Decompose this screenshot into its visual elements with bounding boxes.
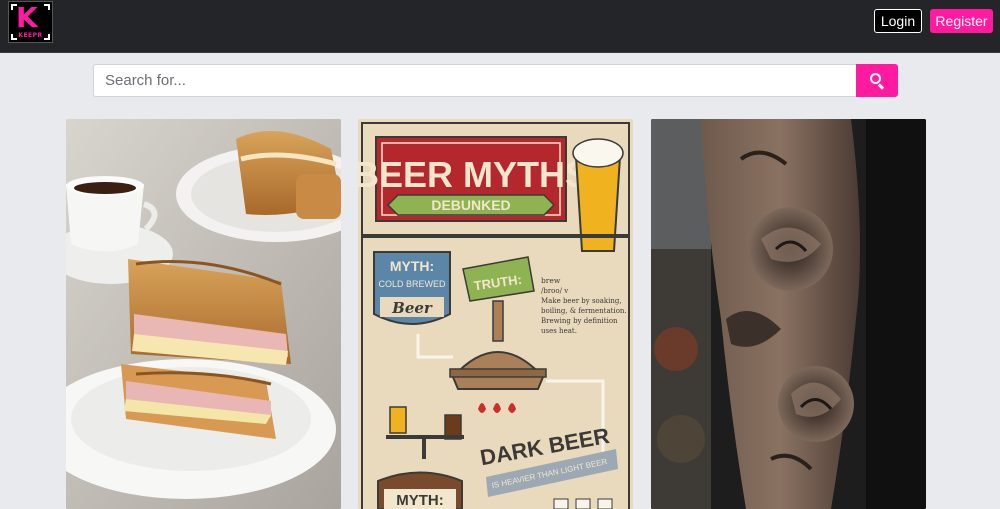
beer-ribbon: DEBUNKED (431, 197, 510, 213)
keep-card-beer-myths[interactable]: BEER MYTHS DEBUNKED MYTH: COLD BREWED Be… (358, 119, 633, 509)
truth-word: brew (541, 276, 561, 285)
beer-title: BEER MYTHS (358, 154, 589, 195)
keep-card-sandwich[interactable] (66, 119, 341, 509)
login-button[interactable]: Login (874, 9, 922, 33)
navbar: K KEEPR Login Register (0, 0, 1000, 53)
myth1-label: MYTH: (390, 258, 434, 274)
tattoo-image (651, 119, 926, 509)
myth1-text2: Beer (391, 299, 433, 317)
truth-def: Brewing by definition (541, 317, 618, 325)
logo-corner (44, 4, 50, 10)
register-button[interactable]: Register (930, 9, 993, 33)
sandwich-image (66, 119, 341, 509)
logo-word: KEEPR (18, 32, 43, 39)
myth1-text1: COLD BREWED (378, 279, 446, 289)
search-input[interactable] (93, 64, 857, 97)
truth-def: Make beer by soaking, (541, 297, 622, 305)
search-button[interactable] (856, 64, 898, 97)
truth-pron: /broo/ v (541, 287, 568, 295)
truth-def: uses heat. (541, 327, 577, 335)
truth-def: boiling, & fermentation. (541, 307, 627, 315)
myth2-label: MYTH: (396, 492, 444, 509)
logo-letter: K (16, 1, 38, 34)
beer-myths-image: BEER MYTHS DEBUNKED MYTH: COLD BREWED Be… (358, 119, 633, 509)
keepr-logo[interactable]: K KEEPR (8, 1, 53, 43)
keep-card-tattoo[interactable] (651, 119, 926, 509)
